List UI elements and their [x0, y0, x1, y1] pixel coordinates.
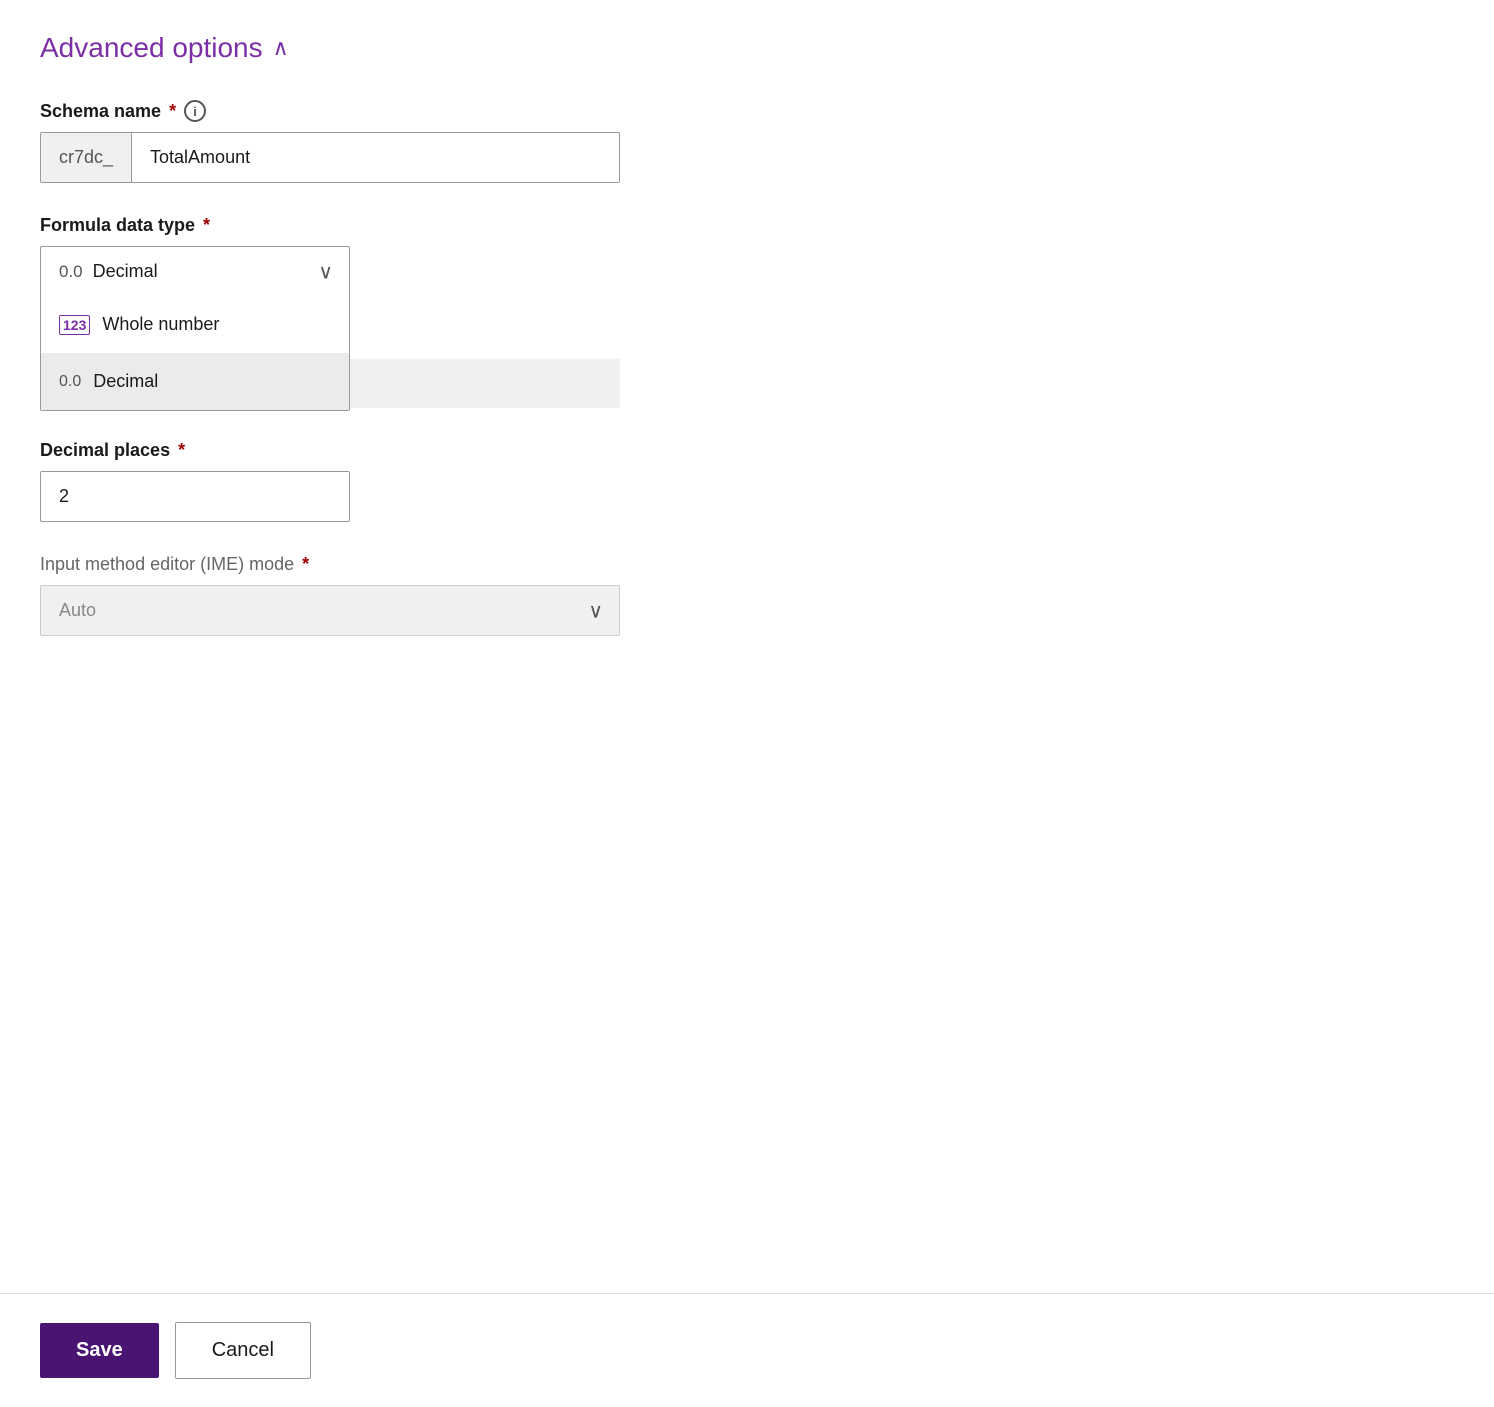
- whole-number-label: Whole number: [102, 314, 219, 335]
- decimal-label: Decimal: [93, 371, 158, 392]
- advanced-options-toggle[interactable]: ∧: [273, 35, 289, 61]
- formula-data-type-required: *: [203, 215, 210, 236]
- decimal-places-group: Decimal places *: [40, 440, 660, 522]
- ime-mode-value: Auto: [59, 600, 96, 621]
- ime-mode-group: Input method editor (IME) mode * Auto ∨: [40, 554, 660, 636]
- schema-name-label: Schema name * i: [40, 100, 660, 122]
- advanced-options-title: Advanced options: [40, 32, 263, 64]
- save-button[interactable]: Save: [40, 1323, 159, 1378]
- cancel-button[interactable]: Cancel: [175, 1322, 311, 1379]
- selected-icon: 0.0: [59, 262, 83, 282]
- formula-data-type-label: Formula data type *: [40, 215, 660, 236]
- form-section: Schema name * i cr7dc_ Formula data type…: [40, 100, 660, 636]
- dropdown-item-decimal[interactable]: 0.0 Decimal: [41, 353, 349, 410]
- dropdown-chevron-icon: ∨: [318, 259, 333, 284]
- dropdown-item-whole-number[interactable]: 123 Whole number: [41, 296, 349, 353]
- formula-data-type-dropdown-list: 123 Whole number 0.0 Decimal: [40, 296, 350, 411]
- schema-name-input[interactable]: [132, 133, 619, 182]
- decimal-places-input[interactable]: [40, 471, 350, 522]
- schema-input-wrapper: cr7dc_: [40, 132, 620, 183]
- schema-name-required: *: [169, 101, 176, 122]
- ime-mode-dropdown: Auto ∨: [40, 585, 620, 636]
- schema-name-info-icon[interactable]: i: [184, 100, 206, 122]
- ime-mode-chevron-icon: ∨: [588, 598, 603, 623]
- selected-value: Decimal: [93, 261, 158, 282]
- footer-bar: Save Cancel: [0, 1293, 1494, 1407]
- decimal-places-label: Decimal places *: [40, 440, 660, 461]
- decimal-icon: 0.0: [59, 373, 81, 391]
- whole-number-icon: 123: [59, 315, 90, 335]
- formula-data-type-group: Formula data type * 0.0 Decimal ∨ 123 Wh…: [40, 215, 660, 296]
- schema-prefix: cr7dc_: [41, 133, 132, 182]
- advanced-options-header: Advanced options ∧: [40, 32, 1454, 64]
- formula-data-type-dropdown[interactable]: 0.0 Decimal ∨: [40, 246, 350, 296]
- schema-name-group: Schema name * i cr7dc_: [40, 100, 660, 183]
- decimal-places-required: *: [178, 440, 185, 461]
- ime-mode-required: *: [302, 554, 309, 575]
- formula-data-type-dropdown-wrapper: 0.0 Decimal ∨ 123 Whole number 0.0 Decim…: [40, 246, 350, 296]
- ime-mode-label: Input method editor (IME) mode *: [40, 554, 660, 575]
